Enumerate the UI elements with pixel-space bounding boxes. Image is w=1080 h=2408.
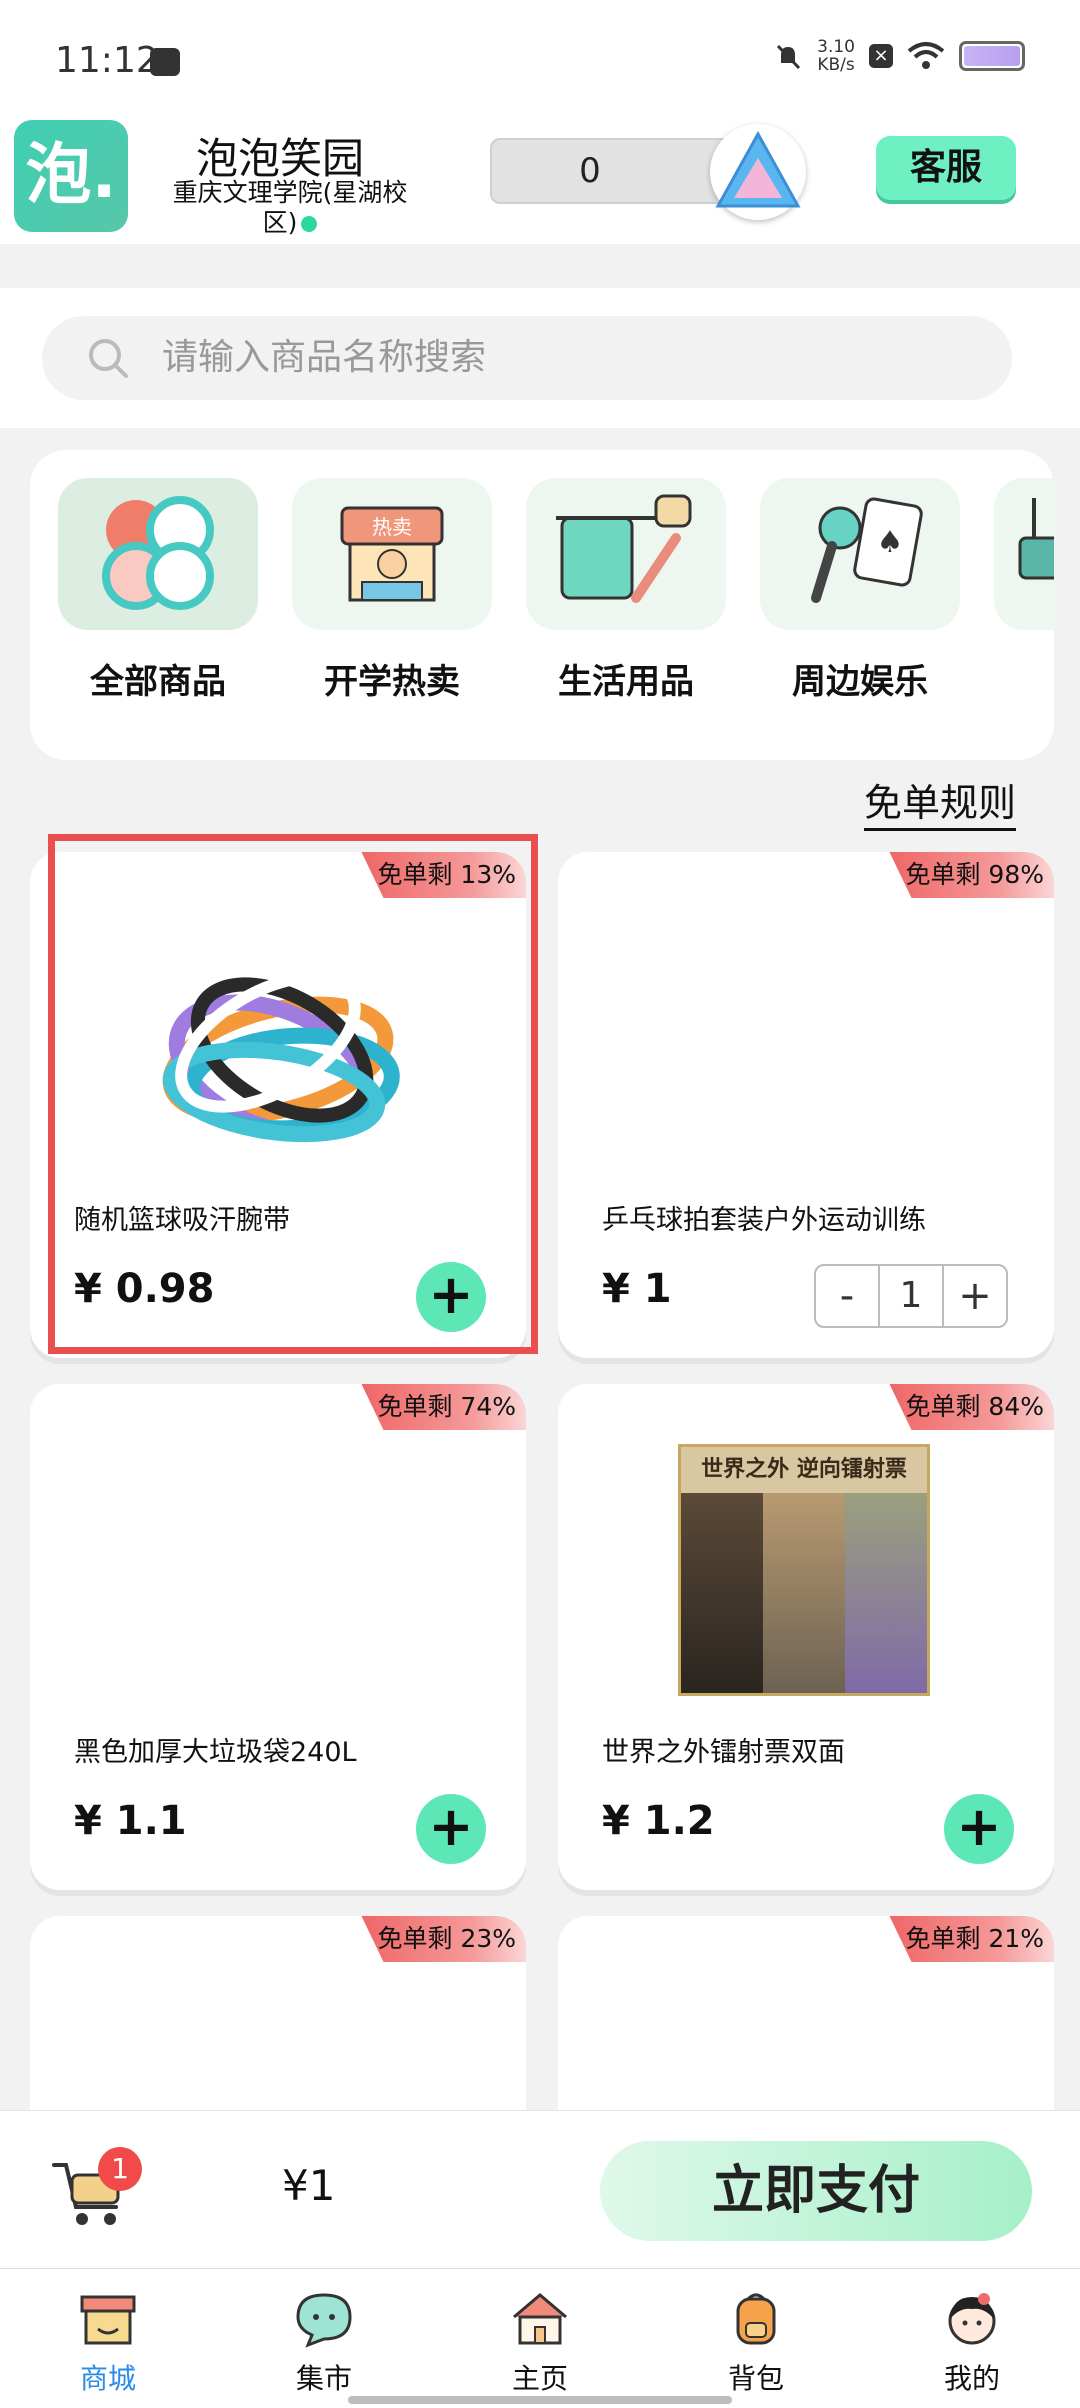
free-order-badge: 免单剩 84%	[889, 1384, 1054, 1430]
checkout-bar: 1 ¥1 立即支付	[0, 2110, 1080, 2268]
svg-text:♠: ♠	[877, 525, 904, 560]
add-to-cart-button[interactable]: +	[944, 1794, 1014, 1864]
location-dot-icon	[301, 216, 318, 232]
towel-toothbrush-icon	[556, 494, 692, 603]
triangle-icon	[715, 130, 801, 208]
backpack-icon	[736, 2293, 776, 2345]
free-order-badge: 免单剩 13%	[361, 852, 526, 898]
free-order-badge: 免单剩 21%	[889, 1916, 1054, 1962]
product-price: ¥ 0.98	[74, 1266, 215, 1312]
wifi-icon	[907, 42, 945, 69]
add-to-cart-button[interactable]: +	[416, 1262, 486, 1332]
avatar-icon	[948, 2293, 996, 2345]
chat-bubble-icon	[296, 2293, 352, 2348]
product-card[interactable]: 免单剩 74% 黑色加厚大垃圾袋240L ¥ 1.1 +	[30, 1384, 526, 1890]
product-card[interactable]: 免单剩 84% 世界之外 逆向镭射票 世界之外镭射票双面 ¥ 1.2 +	[558, 1384, 1054, 1890]
hot-sale-shop-icon: 热卖	[340, 506, 444, 602]
category-bar: 全部商品 热卖 开学热卖 生活用品 ♠ 周边娱乐	[30, 450, 1054, 760]
free-order-rules-link[interactable]: 免单规则	[864, 778, 1017, 831]
free-order-badge: 免单剩 98%	[889, 852, 1054, 898]
product-name: 世界之外镭射票双面	[602, 1737, 845, 1768]
free-order-badge: 免单剩 23%	[361, 1916, 526, 1962]
message-notification-icon	[150, 48, 180, 76]
status-bar: 11:12 3.10 KB/s ×	[0, 0, 1080, 120]
category-digital[interactable]: 数	[994, 478, 1054, 703]
battery-icon	[959, 41, 1025, 71]
product-price: ¥ 1.1	[74, 1798, 187, 1844]
product-card[interactable]: 免单剩 98% 乒乓球拍套装户外运动训练 ¥ 1 - 1 +	[558, 852, 1054, 1358]
store-name: 泡泡笑园	[195, 134, 364, 183]
shop-icon	[80, 2295, 136, 2345]
product-price: ¥ 1.2	[602, 1798, 715, 1844]
digital-icon	[1018, 498, 1054, 580]
product-name: 随机篮球吸汗腕带	[74, 1205, 290, 1236]
status-icons: 3.10 KB/s ×	[773, 38, 1025, 74]
tab-shop[interactable]: 商城	[0, 2269, 216, 2408]
close-badge-icon: ×	[869, 44, 893, 68]
tab-home[interactable]: 主页	[432, 2269, 648, 2408]
campus-location[interactable]: 重庆文理学院(星湖校区)	[160, 178, 420, 238]
tab-backpack[interactable]: 背包	[648, 2269, 864, 2408]
app-logo: 泡.	[14, 120, 128, 232]
search-input[interactable]: 请输入商品名称搜索	[42, 316, 1012, 400]
search-icon	[89, 339, 128, 378]
customer-service-button[interactable]: 客服	[876, 136, 1016, 200]
triangle-button[interactable]	[710, 124, 806, 220]
clover-icon	[102, 496, 214, 610]
pay-now-button[interactable]: 立即支付	[600, 2141, 1032, 2241]
free-order-badge: 免单剩 74%	[361, 1384, 526, 1430]
category-hot-sale[interactable]: 热卖 开学热卖	[292, 478, 492, 703]
decrease-button[interactable]: -	[816, 1266, 878, 1326]
home-indicator[interactable]	[348, 2396, 732, 2404]
wristbands-image	[162, 971, 400, 1143]
tab-profile[interactable]: 我的	[864, 2269, 1080, 2408]
net-speed: 3.10 KB/s	[817, 37, 855, 75]
increase-button[interactable]: +	[944, 1266, 1006, 1326]
product-price: ¥ 1	[602, 1266, 672, 1312]
product-name: 黑色加厚大垃圾袋240L	[74, 1737, 357, 1768]
product-card[interactable]: 免单剩 13% 随机篮球吸汗腕带 ¥ 0.98 +	[30, 852, 526, 1358]
cart-total: ¥1	[282, 2161, 336, 2210]
product-name: 乒乓球拍套装户外运动训练	[602, 1205, 926, 1236]
add-to-cart-button[interactable]: +	[416, 1794, 486, 1864]
laser-ticket-image: 世界之外 逆向镭射票	[678, 1444, 930, 1696]
search-placeholder: 请输入商品名称搜索	[162, 337, 487, 378]
status-time: 11:12	[55, 40, 159, 81]
ticket-title: 世界之外 逆向镭射票	[681, 1447, 927, 1493]
category-entertainment[interactable]: ♠ 周边娱乐	[760, 478, 960, 703]
quantity-stepper: - 1 +	[814, 1264, 1008, 1328]
mute-bell-icon	[777, 44, 801, 70]
tab-market[interactable]: 集市	[216, 2269, 432, 2408]
quantity-value[interactable]: 1	[878, 1266, 944, 1326]
cart-count-badge: 1	[98, 2147, 142, 2191]
store-header: 泡. 泡泡笑园 重庆文理学院(星湖校区) 0 客服	[0, 120, 1080, 244]
svg-text:热卖: 热卖	[372, 515, 412, 539]
microphone-cards-icon: ♠	[811, 497, 923, 603]
category-daily-use[interactable]: 生活用品	[526, 478, 726, 703]
search-section: 请输入商品名称搜索	[0, 288, 1080, 428]
category-all[interactable]: 全部商品	[58, 478, 258, 703]
house-icon	[513, 2293, 567, 2345]
bottom-tab-bar: 商城 集市 主页 背包 我的	[0, 2268, 1080, 2408]
